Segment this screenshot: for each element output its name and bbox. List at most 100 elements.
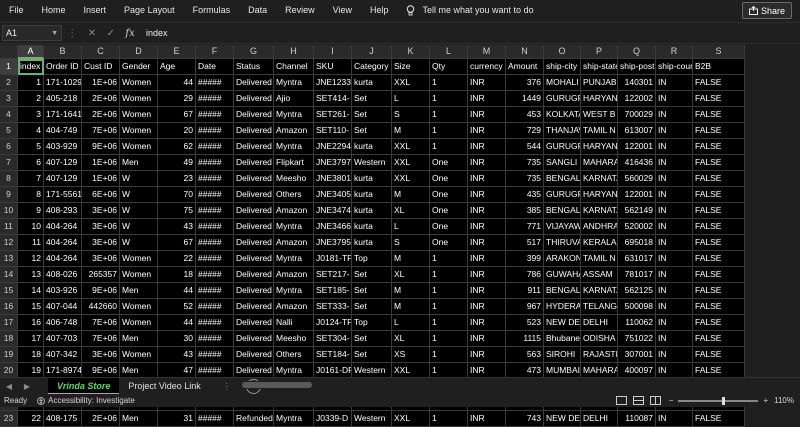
cell-n18[interactable]: 1115: [506, 331, 544, 347]
cell-i11[interactable]: JNE3466: [314, 219, 352, 235]
cell-f3[interactable]: #####: [196, 91, 234, 107]
cell-o15[interactable]: BENGAL: [544, 283, 581, 299]
cell-q17[interactable]: 110062: [618, 315, 656, 331]
cell-h13[interactable]: Myntra: [274, 251, 314, 267]
column-header-e[interactable]: E: [158, 45, 196, 59]
row-header-12[interactable]: 12: [0, 235, 18, 251]
cell-h8[interactable]: Meesho: [274, 171, 314, 187]
enter-check-icon[interactable]: ✓: [107, 28, 115, 39]
cell-i16[interactable]: SET333-: [314, 299, 352, 315]
cell-n13[interactable]: 399: [506, 251, 544, 267]
cell-n5[interactable]: 729: [506, 123, 544, 139]
cell-p2[interactable]: PUNJAB: [581, 75, 618, 91]
cell-k17[interactable]: L: [392, 315, 430, 331]
cell-c16[interactable]: 442660: [82, 299, 120, 315]
cell-m6[interactable]: INR: [468, 139, 506, 155]
cell-n2[interactable]: 376: [506, 75, 544, 91]
tab-page-layout[interactable]: Page Layout: [115, 5, 184, 15]
header-cell-n[interactable]: Amount: [506, 59, 544, 75]
cell-l15[interactable]: 1: [430, 283, 468, 299]
cell-j10[interactable]: kurta: [352, 203, 392, 219]
cell-g13[interactable]: Delivered: [234, 251, 274, 267]
cell-j9[interactable]: kurta: [352, 187, 392, 203]
scroll-right-icon[interactable]: ▶: [18, 382, 36, 391]
cell-l9[interactable]: One: [430, 187, 468, 203]
cell-s17[interactable]: FALSE: [693, 315, 745, 331]
cell-e2[interactable]: 44: [158, 75, 196, 91]
cell-d4[interactable]: Women: [120, 107, 158, 123]
sheet-tab-project-video-link[interactable]: Project Video Link: [119, 378, 209, 395]
cell-r17[interactable]: IN: [656, 315, 693, 331]
cell-a15[interactable]: 14: [18, 283, 44, 299]
cell-k19[interactable]: XS: [392, 347, 430, 363]
cell-e4[interactable]: 67: [158, 107, 196, 123]
cell-p16[interactable]: TELANGA: [581, 299, 618, 315]
row-header-16[interactable]: 16: [0, 299, 18, 315]
cell-f17[interactable]: #####: [196, 315, 234, 331]
cell-r6[interactable]: IN: [656, 139, 693, 155]
cell-r13[interactable]: IN: [656, 251, 693, 267]
column-header-o[interactable]: O: [544, 45, 581, 59]
cell-a18[interactable]: 17: [18, 331, 44, 347]
cell-d17[interactable]: Women: [120, 315, 158, 331]
header-cell-q[interactable]: ship-post: [618, 59, 656, 75]
cell-n23[interactable]: 743: [506, 411, 544, 427]
scrollbar-thumb[interactable]: [242, 382, 312, 388]
cell-o10[interactable]: BENGAL: [544, 203, 581, 219]
header-cell-r[interactable]: ship-coun: [656, 59, 693, 75]
column-header-s[interactable]: S: [693, 45, 745, 59]
cell-a19[interactable]: 18: [18, 347, 44, 363]
cell-h14[interactable]: Amazon: [274, 267, 314, 283]
cell-b10[interactable]: 408-293: [44, 203, 82, 219]
cell-b13[interactable]: 404-264: [44, 251, 82, 267]
cell-g8[interactable]: Delivered: [234, 171, 274, 187]
row-header-10[interactable]: 10: [0, 203, 18, 219]
cell-e14[interactable]: 18: [158, 267, 196, 283]
cell-m14[interactable]: INR: [468, 267, 506, 283]
cell-h11[interactable]: Myntra: [274, 219, 314, 235]
cell-m18[interactable]: INR: [468, 331, 506, 347]
cell-q23[interactable]: 110087: [618, 411, 656, 427]
row-header-17[interactable]: 17: [0, 315, 18, 331]
cell-i8[interactable]: JNE3801-: [314, 171, 352, 187]
cell-h12[interactable]: Amazon: [274, 235, 314, 251]
cell-q7[interactable]: 416436: [618, 155, 656, 171]
name-box[interactable]: A1 ▼: [2, 25, 62, 41]
cell-g11[interactable]: Delivered: [234, 219, 274, 235]
row-header-15[interactable]: 15: [0, 283, 18, 299]
cell-q15[interactable]: 562125: [618, 283, 656, 299]
select-all-corner[interactable]: [0, 45, 18, 59]
cell-h5[interactable]: Amazon: [274, 123, 314, 139]
cell-l18[interactable]: 1: [430, 331, 468, 347]
cell-a16[interactable]: 15: [18, 299, 44, 315]
cell-k4[interactable]: S: [392, 107, 430, 123]
cell-e18[interactable]: 30: [158, 331, 196, 347]
header-cell-k[interactable]: Size: [392, 59, 430, 75]
formula-input[interactable]: index: [140, 25, 800, 41]
cell-l2[interactable]: 1: [430, 75, 468, 91]
cell-i12[interactable]: JNE3795: [314, 235, 352, 251]
cell-k3[interactable]: L: [392, 91, 430, 107]
tab-data[interactable]: Data: [239, 5, 276, 15]
column-header-n[interactable]: N: [506, 45, 544, 59]
cell-h18[interactable]: Meesho: [274, 331, 314, 347]
cell-p11[interactable]: ANDHRA: [581, 219, 618, 235]
cell-m16[interactable]: INR: [468, 299, 506, 315]
cell-m7[interactable]: INR: [468, 155, 506, 171]
cell-b12[interactable]: 404-264: [44, 235, 82, 251]
column-header-g[interactable]: G: [234, 45, 274, 59]
cell-e13[interactable]: 22: [158, 251, 196, 267]
cell-o7[interactable]: SANGLI: [544, 155, 581, 171]
cell-g5[interactable]: Delivered: [234, 123, 274, 139]
row-header-13[interactable]: 13: [0, 251, 18, 267]
cell-d15[interactable]: Men: [120, 283, 158, 299]
cell-o14[interactable]: GUWAHA: [544, 267, 581, 283]
cell-r10[interactable]: IN: [656, 203, 693, 219]
cell-r11[interactable]: IN: [656, 219, 693, 235]
column-header-f[interactable]: F: [196, 45, 234, 59]
row-header-11[interactable]: 11: [0, 219, 18, 235]
cell-g19[interactable]: Delivered: [234, 347, 274, 363]
cell-j6[interactable]: kurta: [352, 139, 392, 155]
tab-help[interactable]: Help: [361, 5, 398, 15]
cell-j23[interactable]: Western: [352, 411, 392, 427]
